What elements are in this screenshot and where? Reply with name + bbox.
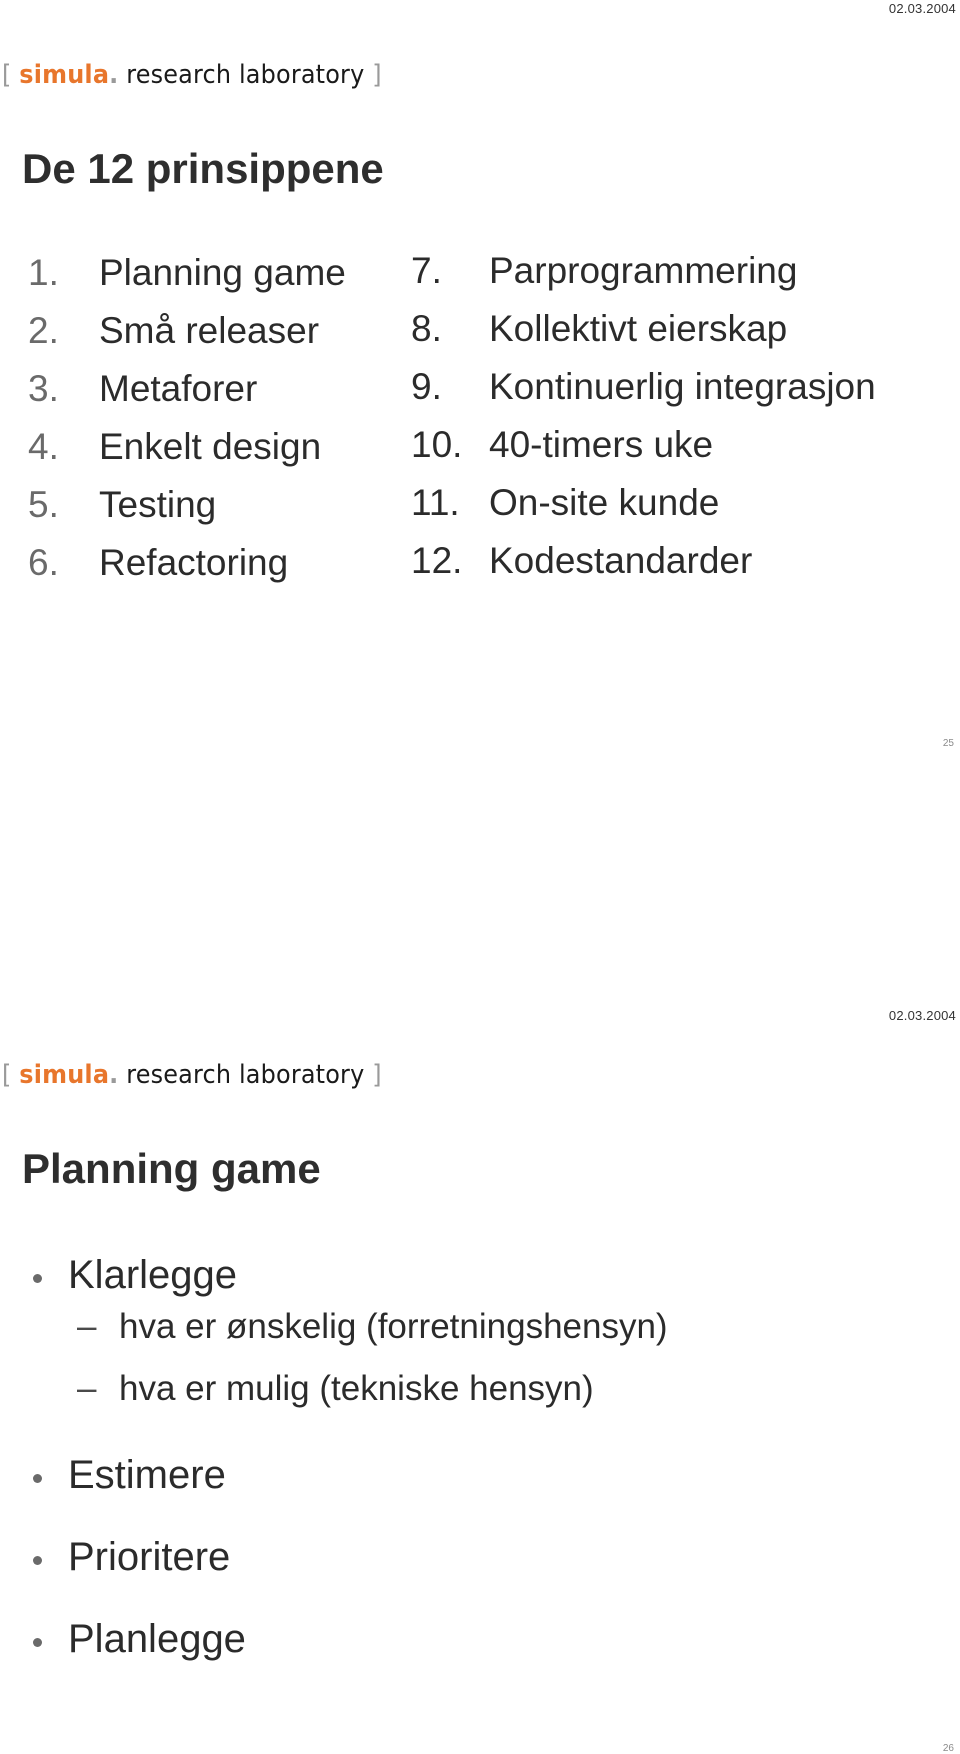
principle-text: Testing xyxy=(99,484,217,525)
principle-text: On-site kunde xyxy=(489,482,720,523)
principles-list-left: 1. Planning game 2. Små releaser 3. Metafor… xyxy=(28,254,346,602)
bullet-text: Planlegge xyxy=(68,1617,246,1661)
bullet-text: Klarlegge xyxy=(68,1253,238,1297)
sub-bullet-text: hva er ønskelig (forretningshensyn) xyxy=(119,1307,668,1346)
principle-text: Små releaser xyxy=(99,310,320,351)
bullet-text: Prioritere xyxy=(68,1535,231,1579)
slide-principles: 02.03.2004 [ simula. research laboratory… xyxy=(0,0,960,877)
logo-open-bracket: [ xyxy=(2,60,12,90)
principle-text: Parprogrammering xyxy=(489,250,798,291)
principle-item: 7. Parprogrammering xyxy=(411,252,876,310)
principle-number: 8. xyxy=(411,308,442,349)
principle-number: 2. xyxy=(28,310,59,351)
bullet-dot-icon xyxy=(33,1638,42,1647)
principle-number: 7. xyxy=(411,250,442,291)
slide-title: De 12 prinsippene xyxy=(22,145,384,192)
logo-close-bracket: ] xyxy=(372,60,382,90)
slide-date: 02.03.2004 xyxy=(888,1008,956,1023)
dash-icon: – xyxy=(77,1307,97,1346)
principle-number: 6. xyxy=(28,542,59,583)
principle-text: Enkelt design xyxy=(99,426,322,467)
principle-item: 8. Kollektivt eierskap xyxy=(411,310,876,368)
logo-suffix: research laboratory xyxy=(126,60,365,90)
bullet-text: Estimere xyxy=(68,1453,226,1497)
logo-dot: . xyxy=(109,1060,119,1090)
principle-item: 5. Testing xyxy=(28,486,346,544)
principles-list-right: 7. Parprogrammering 8. Kollektivt eierskap… xyxy=(411,252,876,600)
principle-number: 9. xyxy=(411,366,442,407)
logo-open-bracket: [ xyxy=(2,1060,12,1090)
principle-item: 11. On-site kunde xyxy=(411,484,876,542)
principle-number: 3. xyxy=(28,368,59,409)
principle-text: Metaforer xyxy=(99,368,258,409)
principle-item: 12. Kodestandarder xyxy=(411,542,876,600)
principle-number: 1. xyxy=(28,252,59,293)
principle-item: 10. 40-timers uke xyxy=(411,426,876,484)
dash-icon: – xyxy=(77,1369,97,1408)
principle-item: 9. Kontinuerlig integrasjon xyxy=(411,368,876,426)
principle-text: Kontinuerlig integrasjon xyxy=(489,366,876,407)
simula-logo: [ simula. research laboratory ] xyxy=(2,60,382,90)
principle-number: 12. xyxy=(411,540,463,581)
principle-number: 10. xyxy=(411,424,463,465)
slide-date: 02.03.2004 xyxy=(888,1,956,16)
page-number: 26 xyxy=(942,1743,954,1754)
principle-text: Kollektivt eierskap xyxy=(489,308,788,349)
principle-number: 4. xyxy=(28,426,59,467)
principle-text: Planning game xyxy=(99,252,346,293)
page-number: 25 xyxy=(942,738,954,749)
bullet-dot-icon xyxy=(33,1474,42,1483)
bullet-item: Prioritere xyxy=(30,1537,668,1577)
bullet-item: Planlegge xyxy=(30,1619,668,1659)
logo-suffix: research laboratory xyxy=(126,1060,365,1090)
bullet-item: Estimere xyxy=(30,1455,668,1495)
logo-dot: . xyxy=(109,60,119,90)
principle-item: 2. Små releaser xyxy=(28,312,346,370)
sub-bullet-item: – hva er ønskelig (forretningshensyn) xyxy=(77,1309,668,1371)
bullet-dot-icon xyxy=(33,1556,42,1565)
sub-bullet-text: hva er mulig (tekniske hensyn) xyxy=(119,1369,594,1408)
principle-number: 5. xyxy=(28,484,59,525)
logo-brand: simula xyxy=(19,60,110,90)
slide-title: Planning game xyxy=(22,1145,321,1192)
principle-text: Kodestandarder xyxy=(489,540,753,581)
principle-text: 40-timers uke xyxy=(489,424,714,465)
logo-brand: simula xyxy=(19,1060,110,1090)
principle-item: 1. Planning game xyxy=(28,254,346,312)
sub-bullet-list: – hva er ønskelig (forretningshensyn) – hv… xyxy=(68,1309,668,1433)
bullet-item: Klarlegge – hva er ønskelig (forretningsh… xyxy=(30,1255,668,1433)
principle-item: 6. Refactoring xyxy=(28,544,346,602)
slide-planning-game: 02.03.2004 [ simula. research laboratory… xyxy=(0,1000,960,1754)
principle-item: 3. Metaforer xyxy=(28,370,346,428)
principle-text: Refactoring xyxy=(99,542,289,583)
sub-bullet-item: – hva er mulig (tekniske hensyn) xyxy=(77,1371,668,1433)
simula-logo: [ simula. research laboratory ] xyxy=(2,1060,382,1090)
principle-number: 11. xyxy=(411,482,460,523)
bullet-dot-icon xyxy=(33,1274,42,1283)
principle-item: 4. Enkelt design xyxy=(28,428,346,486)
logo-close-bracket: ] xyxy=(372,1060,382,1090)
bullet-list: Klarlegge – hva er ønskelig (forretningsh… xyxy=(30,1255,668,1659)
